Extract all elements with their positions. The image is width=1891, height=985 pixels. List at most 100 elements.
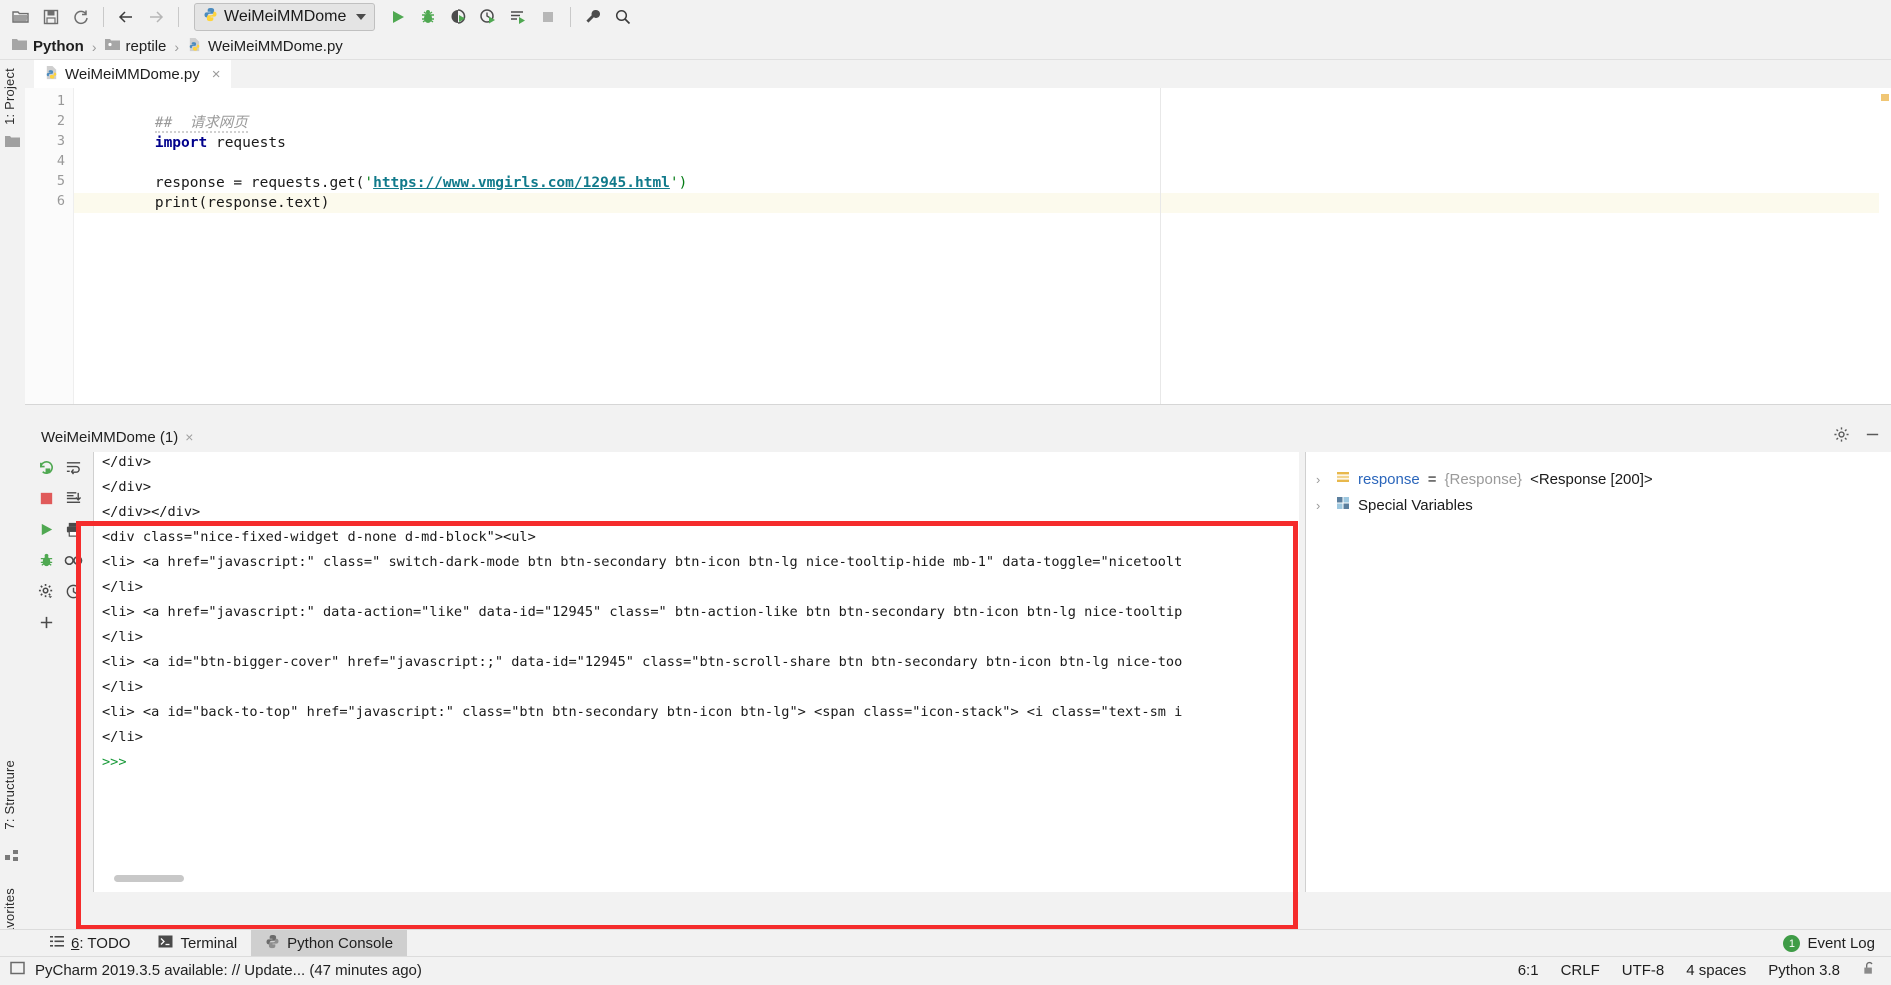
variable-equals: = (1427, 470, 1437, 488)
profile-icon[interactable] (473, 3, 503, 31)
settings-gear-icon[interactable] (37, 582, 56, 601)
expand-arrow-icon[interactable]: › (1316, 472, 1328, 487)
bottom-tab-terminal-label: Terminal (180, 935, 238, 952)
editor-tab-strip: WeiMeiMMDome.py × (25, 60, 1891, 90)
toolbar-divider-3 (570, 7, 572, 27)
run-coverage-icon[interactable] (443, 3, 473, 31)
console-side-col-left (33, 452, 60, 892)
run-configuration-selector[interactable]: WeiMeiMMDome (194, 3, 376, 31)
expand-arrow-icon[interactable]: › (1316, 498, 1328, 513)
editor-tab-weimeimmdome[interactable]: WeiMeiMMDome.py × (34, 60, 231, 90)
stop-icon[interactable] (533, 3, 563, 31)
run-configuration-label: WeiMeiMMDome (224, 8, 347, 25)
chevron-down-icon[interactable] (356, 14, 367, 20)
variable-name: Special Variables (1358, 496, 1473, 514)
structure-icon[interactable] (5, 850, 20, 865)
console-side-toolbar (33, 452, 89, 892)
rerun-icon[interactable] (37, 458, 56, 477)
line-number: 6 (56, 193, 65, 209)
editor-tab-label: WeiMeiMMDome.py (65, 65, 200, 83)
status-message-area[interactable]: PyCharm 2019.3.5 available: // Update...… (0, 961, 422, 980)
console-tab-weimeimmdome-1[interactable]: WeiMeiMMDome (1) × (41, 429, 193, 446)
code-editor[interactable]: 1 2 3 4 5 6 ## 请求网页 import requests resp… (25, 88, 1891, 404)
console-settings-gear-icon[interactable] (1833, 426, 1850, 448)
status-interpreter[interactable]: Python 3.8 (1768, 962, 1840, 979)
event-log-button[interactable]: 1 Event Log (1783, 935, 1891, 952)
toolbar-divider-2 (178, 7, 179, 27)
sync-icon[interactable] (66, 3, 96, 31)
folder-icon (12, 38, 27, 55)
close-icon[interactable]: × (212, 66, 221, 83)
breadcrumb-label-reptile: reptile (125, 38, 167, 55)
forward-icon[interactable] (141, 3, 171, 31)
folder-icon (104, 38, 120, 55)
breadcrumb-separator-1: › (91, 38, 97, 55)
console-output[interactable]: </div> </div> </div></div> <div class="n… (93, 452, 1299, 892)
status-right-items: 6:1 CRLF UTF-8 4 spaces Python 3.8 (1518, 961, 1891, 980)
execute-icon[interactable] (37, 520, 56, 539)
main-toolbar: WeiMeiMMDome (0, 0, 1891, 34)
debug-icon[interactable] (413, 3, 443, 31)
console-line: <li> <a id="btn-bigger-cover" href="java… (102, 654, 1183, 670)
save-all-icon[interactable] (36, 3, 66, 31)
variables-pane[interactable]: › response = {Response} <Response [200]>… (1305, 452, 1891, 892)
console-line: <div class="nice-fixed-widget d-none d-m… (102, 529, 536, 545)
debug-icon[interactable] (37, 551, 56, 570)
console-side-col-right (60, 452, 87, 892)
variable-row-response[interactable]: › response = {Response} <Response [200]> (1316, 470, 1653, 488)
console-minimize-icon[interactable] (1864, 426, 1881, 448)
terminal-icon (158, 935, 173, 952)
status-indent[interactable]: 4 spaces (1686, 962, 1746, 979)
sidebar-tab-project[interactable]: 1: Project (2, 68, 17, 125)
variable-row-special[interactable]: › Special Variables (1316, 496, 1473, 514)
event-log-label: Event Log (1807, 935, 1875, 952)
status-encoding[interactable]: UTF-8 (1622, 962, 1665, 979)
project-folder-icon[interactable] (5, 135, 20, 150)
gutter-divider (73, 88, 74, 404)
breadcrumb-label-python: Python (33, 38, 84, 55)
console-header-actions (1833, 426, 1881, 448)
list-icon (1336, 470, 1350, 488)
console-line: </li> (102, 579, 143, 595)
status-caret-position[interactable]: 6:1 (1518, 962, 1539, 979)
run-with-console-icon[interactable] (503, 3, 533, 31)
code-text[interactable]: ## 请求网页 import requests response = reque… (85, 88, 687, 211)
history-clock-icon[interactable] (64, 582, 83, 601)
breadcrumb-item-python[interactable]: Python (12, 38, 84, 55)
sidebar-tab-structure[interactable]: 7: Structure (2, 760, 17, 830)
breadcrumb-item-file[interactable]: WeiMeiMMDome.py (187, 37, 343, 56)
bottom-tab-todo[interactable]: 6: TODO (36, 930, 144, 957)
bottom-tab-terminal[interactable]: Terminal (144, 930, 251, 957)
run-icon[interactable] (383, 3, 413, 31)
show-variables-icon[interactable] (64, 551, 83, 570)
status-line-separator[interactable]: CRLF (1561, 962, 1600, 979)
editor-scrollbar[interactable] (1879, 88, 1891, 404)
todo-icon (50, 935, 64, 952)
code-line-5: print(response.text) (85, 172, 330, 234)
back-icon[interactable] (111, 3, 141, 31)
soft-wrap-icon[interactable] (64, 458, 83, 477)
console-tab-label: WeiMeiMMDome (1) (41, 428, 179, 446)
bottom-tab-python-console[interactable]: Python Console (251, 930, 408, 957)
console-prompt[interactable]: >>> (102, 754, 127, 770)
console-horizontal-scrollbar[interactable] (114, 875, 184, 882)
status-message[interactable]: PyCharm 2019.3.5 available: // Update...… (35, 962, 422, 979)
editor-console-splitter[interactable] (25, 404, 1891, 423)
variable-value: <Response [200]> (1530, 470, 1653, 488)
stop-icon[interactable] (37, 489, 56, 508)
close-icon[interactable]: × (185, 429, 193, 445)
lock-icon[interactable] (1862, 961, 1877, 980)
breadcrumb-item-reptile[interactable]: reptile (104, 38, 167, 55)
print-icon[interactable] (64, 520, 83, 539)
toolbar-divider (103, 7, 104, 27)
special-vars-icon (1336, 496, 1350, 514)
url-literal[interactable]: https://www.vmgirls.com/12945.html (373, 175, 670, 191)
add-icon[interactable] (37, 613, 56, 632)
line-number: 3 (56, 133, 65, 149)
open-folder-icon[interactable] (6, 3, 36, 31)
python-file-icon (187, 37, 202, 56)
search-everywhere-icon[interactable] (608, 3, 638, 31)
keyword-import: import (154, 134, 208, 151)
scroll-to-end-icon[interactable] (64, 489, 83, 508)
settings-wrench-icon[interactable] (578, 3, 608, 31)
